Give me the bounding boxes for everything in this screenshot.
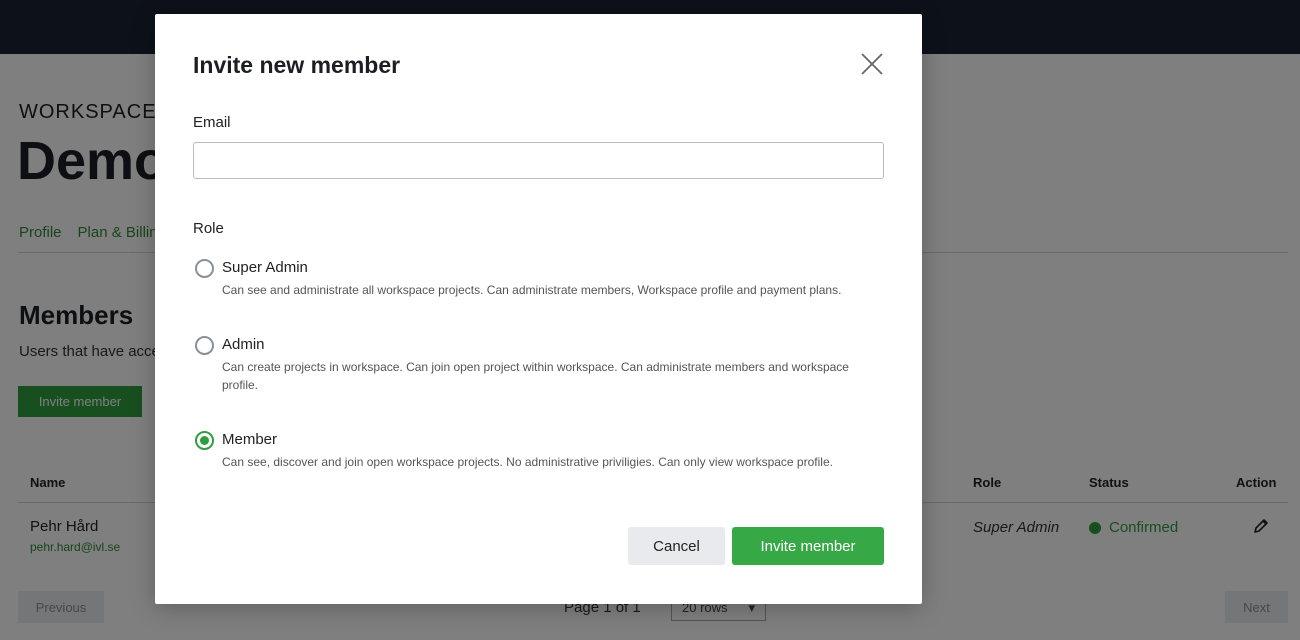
radio-super-admin[interactable]	[195, 259, 214, 278]
role-option-label: Admin	[222, 336, 265, 353]
role-option-label: Member	[222, 431, 278, 448]
role-option-description: Can see, discover and join open workspac…	[222, 455, 833, 469]
role-label: Role	[193, 220, 224, 237]
role-option-description: Can see and administrate all workspace p…	[222, 283, 842, 297]
radio-admin[interactable]	[195, 336, 214, 355]
submit-invite-button[interactable]: Invite member	[732, 527, 884, 565]
radio-member[interactable]	[195, 431, 214, 450]
role-option-description: Can create projects in workspace. Can jo…	[222, 360, 849, 392]
cancel-button[interactable]: Cancel	[628, 527, 725, 565]
invite-member-dialog: Invite new member Email Role Super Admin…	[155, 14, 922, 604]
close-icon[interactable]	[860, 52, 884, 76]
role-option-label: Super Admin	[222, 259, 308, 276]
dialog-title: Invite new member	[193, 52, 401, 78]
email-label: Email	[193, 114, 231, 131]
email-input[interactable]	[193, 142, 884, 179]
